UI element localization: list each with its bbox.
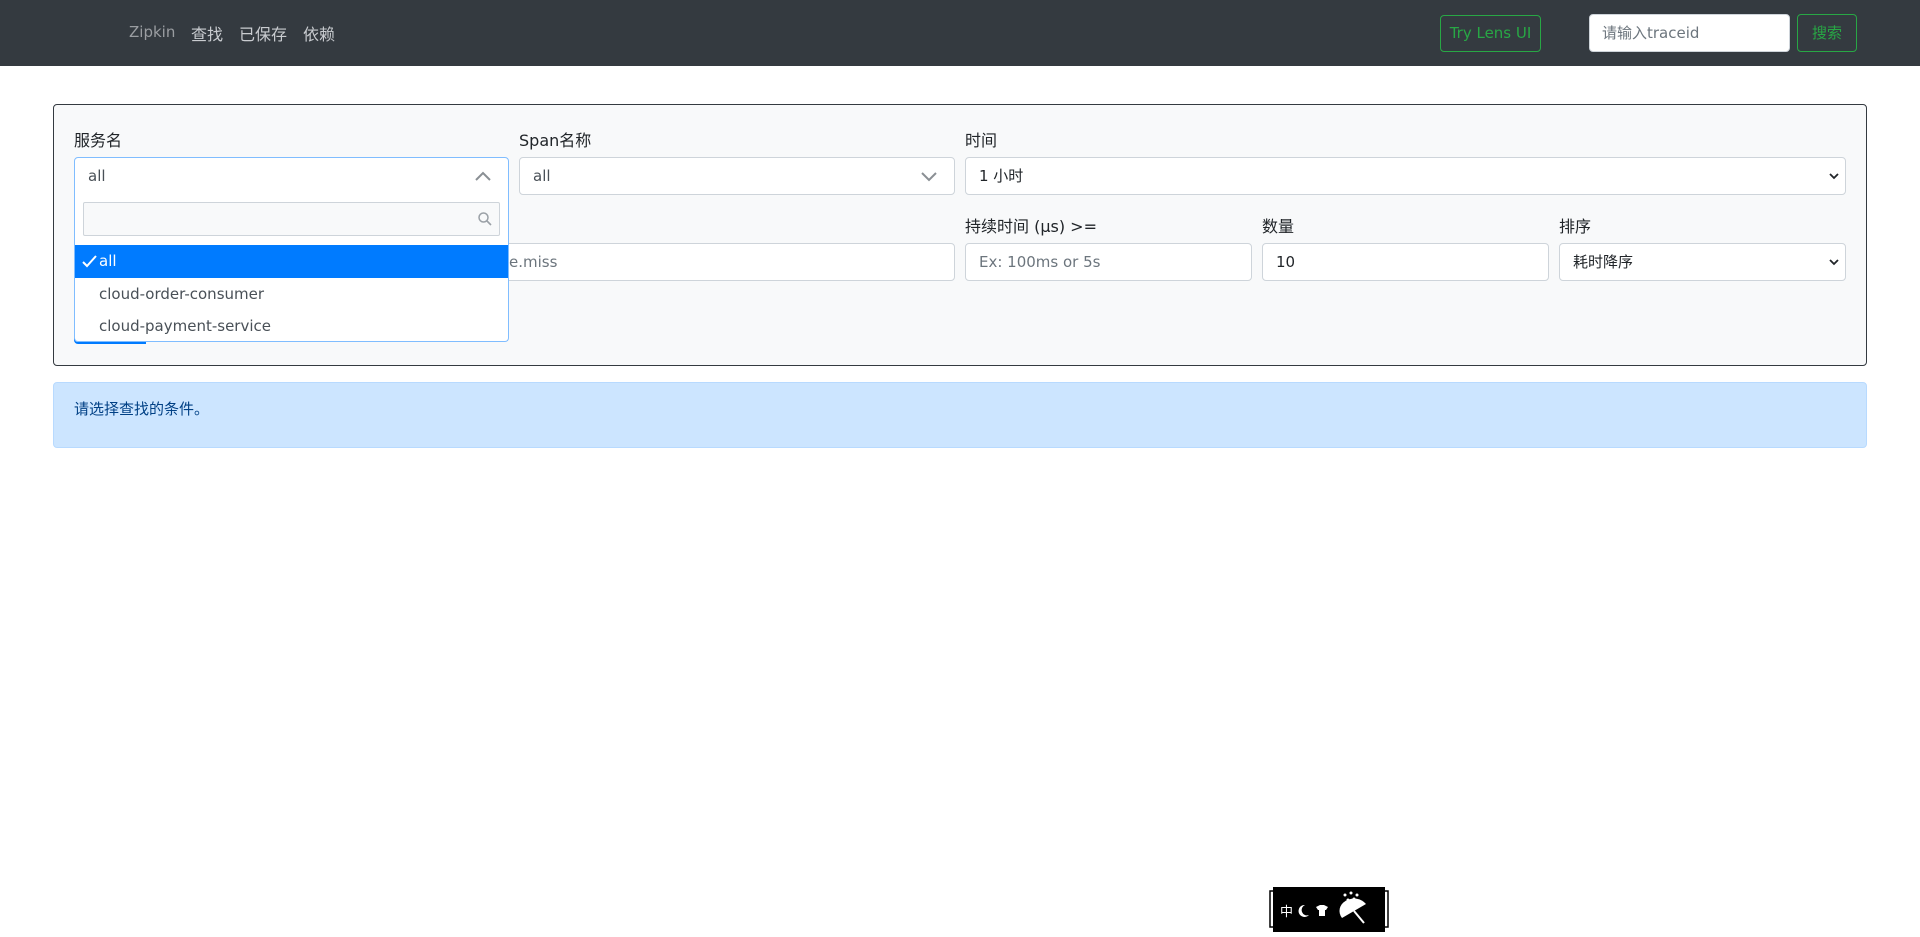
- service-dropdown-menu: all cloud-order-consumer cloud-payment-s…: [74, 194, 509, 342]
- check-icon: [82, 255, 97, 268]
- info-alert: 请选择查找的条件。: [53, 382, 1867, 448]
- dropdown-option-cloud-order-consumer[interactable]: cloud-order-consumer: [75, 278, 508, 311]
- sort-select[interactable]: 耗时降序: [1559, 243, 1846, 281]
- nav-link-saved[interactable]: 已保存: [239, 21, 287, 45]
- top-navbar: Zipkin 查找 已保存 依赖 Try Lens UI 搜索: [0, 0, 1920, 66]
- span-name-select[interactable]: all: [519, 157, 955, 195]
- service-name-value: all: [88, 167, 106, 185]
- time-label: 时间: [965, 131, 998, 150]
- try-lens-ui-button[interactable]: Try Lens UI: [1440, 15, 1541, 52]
- duration-input[interactable]: Ex: 100ms or 5s: [965, 243, 1252, 281]
- traceid-search-button[interactable]: 搜索: [1797, 14, 1857, 52]
- dropdown-option-all[interactable]: all: [75, 245, 508, 278]
- chevron-up-icon: [475, 171, 491, 181]
- chevron-down-icon: [921, 172, 937, 182]
- time-range-select[interactable]: 1 小时: [965, 157, 1846, 195]
- brand-link[interactable]: Zipkin: [129, 23, 175, 41]
- dropdown-search-input[interactable]: [83, 202, 500, 236]
- sort-value: 耗时降序: [1573, 253, 1634, 271]
- nav-link-find[interactable]: 查找: [191, 21, 223, 45]
- limit-input[interactable]: 10: [1262, 243, 1549, 281]
- annotation-query-placeholder: e.miss: [509, 253, 558, 271]
- service-name-select[interactable]: all: [74, 157, 509, 195]
- span-name-label: Span名称: [519, 131, 592, 150]
- duration-placeholder: Ex: 100ms or 5s: [979, 253, 1101, 271]
- ime-mode-text: 中: [1280, 905, 1293, 920]
- duration-label: 持续时间 (μs) >=: [965, 217, 1097, 236]
- limit-value: 10: [1276, 253, 1296, 271]
- span-name-value: all: [533, 167, 551, 185]
- sort-label: 排序: [1559, 217, 1592, 236]
- service-name-label: 服务名: [74, 131, 123, 150]
- alert-message: 请选择查找的条件。: [74, 400, 210, 418]
- dropdown-option-cloud-payment-service[interactable]: cloud-payment-service: [75, 310, 508, 343]
- limit-label: 数量: [1262, 217, 1295, 236]
- nav-link-dependencies[interactable]: 依赖: [303, 21, 335, 45]
- traceid-input[interactable]: [1589, 14, 1790, 52]
- ime-toolbar-widget[interactable]: 中: [1268, 885, 1392, 933]
- select-arrow-icon: [1829, 259, 1839, 266]
- search-icon: [478, 212, 492, 226]
- select-arrow-icon: [1829, 173, 1839, 180]
- time-range-value: 1 小时: [979, 167, 1024, 185]
